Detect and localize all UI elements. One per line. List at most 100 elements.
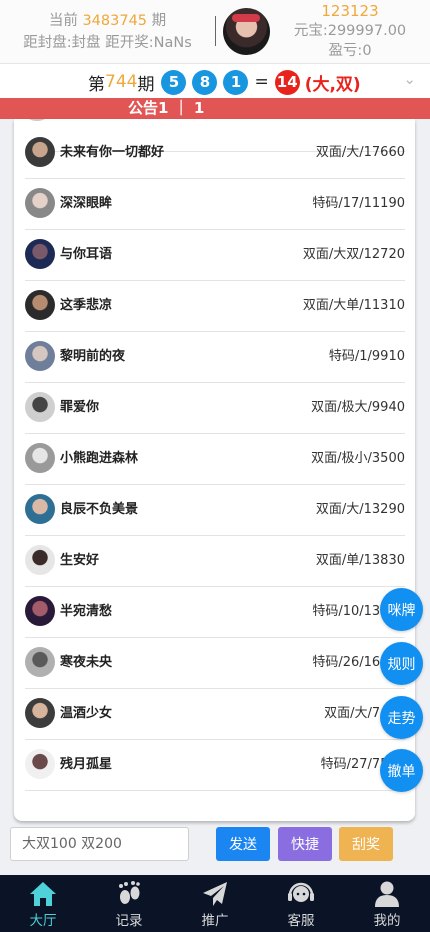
home-icon (30, 882, 56, 906)
bet-input[interactable] (10, 827, 189, 861)
bettor-name: 温酒少女 (60, 706, 113, 721)
period-number: 3483745 (82, 13, 148, 29)
cancel-bet-button[interactable]: 撤单 (380, 749, 423, 792)
nav-item-hall[interactable]: 大厅 (0, 875, 86, 932)
period-prefix: 当前 (48, 13, 78, 29)
bettor-name: 残月孤星 (60, 757, 113, 772)
avatar (25, 341, 55, 371)
result-tag: (大,双) (304, 74, 361, 95)
bettor-name: 良辰不负美景 (60, 502, 139, 517)
list-item: 罪爱你 双面/极大/9940 (25, 383, 405, 434)
countdown: 距封盘:封盘 距开奖:NaNs (23, 35, 192, 51)
bettor-name: 与你耳语 (60, 247, 113, 262)
avatar (25, 290, 55, 320)
account-info: 123123 元宝:299997.00 盈亏:0 (275, 1, 425, 61)
bottom-nav: 大厅 记录 推广 客服 我的 (0, 875, 430, 932)
nav-label: 大厅 (29, 913, 57, 929)
avatar[interactable] (223, 8, 270, 55)
avatar (25, 494, 55, 524)
chevron-down-icon[interactable]: ⌄ (403, 70, 416, 88)
bettor-name: 半宛清愁 (60, 604, 113, 619)
avatar (25, 749, 55, 779)
notice-bar[interactable]: 公告1 ｜ 1 (0, 98, 430, 119)
nav-label: 客服 (287, 913, 315, 929)
list-item: 温酒少女 双面/大/7480 (25, 689, 405, 740)
bet-detail: 双面/极大/9940 (311, 400, 405, 415)
scratch-button[interactable]: 刮奖 (339, 827, 393, 861)
nav-label: 推广 (201, 913, 229, 929)
list-item: 小熊跑进森林 双面/极小/3500 (25, 434, 405, 485)
avatar (25, 188, 55, 218)
result-suffix: 期 (137, 74, 155, 95)
bettor-name: 这季悲凉 (60, 298, 113, 313)
headset-icon (288, 882, 314, 902)
avatar (25, 239, 55, 269)
notice-text: 公告1 ｜ 1 (128, 99, 205, 117)
bettor-name: 深深眼眸 (60, 196, 113, 211)
list-item: 半宛清愁 特码/10/13220 (25, 587, 405, 638)
bet-detail: 双面/大双/12720 (302, 247, 405, 262)
result-period: 744 (105, 72, 138, 92)
send-button[interactable]: 发送 (216, 827, 270, 861)
trend-button[interactable]: 走势 (380, 696, 423, 739)
bet-detail: 双面/大单/11310 (302, 298, 405, 313)
avatar (25, 698, 55, 728)
list-item: 这季悲凉 双面/大单/11310 (25, 281, 405, 332)
bet-list[interactable]: 未来有你一切都好 双面/大/17660 深深眼眸 特码/17/11190 与你耳语 双面/… (14, 119, 415, 821)
list-item: 与你耳语 双面/大双/12720 (25, 230, 405, 281)
result-ball: 1 (223, 69, 249, 95)
profit: 盈亏:0 (328, 43, 372, 59)
balance: 元宝:299997.00 (293, 23, 407, 39)
nav-label: 记录 (115, 913, 143, 929)
draw-result-bar[interactable]: 第 744 期 5 8 1 = 14 (大,双) ⌄ (0, 63, 430, 98)
avatar (25, 647, 55, 677)
bettor-name: 寒夜未央 (60, 655, 113, 670)
period-info: 当前 3483745 期 距封盘:封盘 距开奖:NaNs (0, 10, 215, 54)
bet-detail: 双面/极小/3500 (311, 451, 405, 466)
avatar (25, 137, 55, 167)
result-equals: = (254, 72, 269, 92)
avatar (27, 119, 47, 121)
nav-item-records[interactable]: 记录 (86, 875, 172, 932)
list-item: 生安好 双面/单/13830 (25, 536, 405, 587)
list-item: 黎明前的夜 特码/1/9910 (25, 332, 405, 383)
avatar (25, 545, 55, 575)
draw-result: 第 744 期 5 8 1 = 14 (大,双) (88, 69, 361, 95)
period-suffix: 期 (151, 13, 167, 29)
bet-detail: 特码/17/11190 (312, 196, 405, 211)
list-item: 未来有你一切都好 双面/大/17660 (25, 128, 405, 179)
bet-detail: 特码/1/9910 (328, 349, 405, 364)
bettor-name: 未来有你一切都好 (60, 145, 165, 160)
user-icon (375, 881, 399, 907)
rules-button[interactable]: 规则 (380, 642, 423, 685)
header-divider (215, 16, 216, 46)
quick-button[interactable]: 快捷 (278, 827, 332, 861)
user-id: 123123 (321, 2, 379, 20)
nav-label: 我的 (373, 913, 401, 929)
bettor-name: 小熊跑进森林 (60, 451, 139, 466)
current-period: 当前 3483745 期 (0, 10, 215, 32)
avatar (25, 443, 55, 473)
bettor-name: 生安好 (60, 553, 100, 568)
result-sum-ball: 14 (274, 69, 300, 95)
footprint-icon (119, 881, 140, 904)
list-item: 深深眼眸 特码/17/11190 (25, 179, 405, 230)
bettor-name: 黎明前的夜 (60, 349, 126, 364)
list-item: 寒夜未央 特码/26/16040 (25, 638, 405, 689)
bet-detail: 双面/大/13290 (315, 502, 405, 517)
list-item: 良辰不负美景 双面/大/13290 (25, 485, 405, 536)
bet-detail: 双面/单/13830 (315, 553, 405, 568)
bet-detail: 双面/大/17660 (315, 145, 405, 160)
nav-item-promote[interactable]: 推广 (172, 875, 258, 932)
avatar (25, 596, 55, 626)
nav-item-support[interactable]: 客服 (258, 875, 344, 932)
paper-plane-icon (203, 882, 227, 906)
peek-cards-button[interactable]: 咪牌 (380, 588, 423, 631)
list-item: 残月孤星 特码/27/7530 (25, 740, 405, 791)
avatar (25, 392, 55, 422)
header: 当前 3483745 期 距封盘:封盘 距开奖:NaNs 123123 元宝:2… (0, 0, 430, 63)
bettor-name: 罪爱你 (60, 400, 100, 415)
result-ball: 8 (192, 69, 218, 95)
nav-item-mine[interactable]: 我的 (344, 875, 430, 932)
result-prefix: 第 (88, 74, 105, 95)
